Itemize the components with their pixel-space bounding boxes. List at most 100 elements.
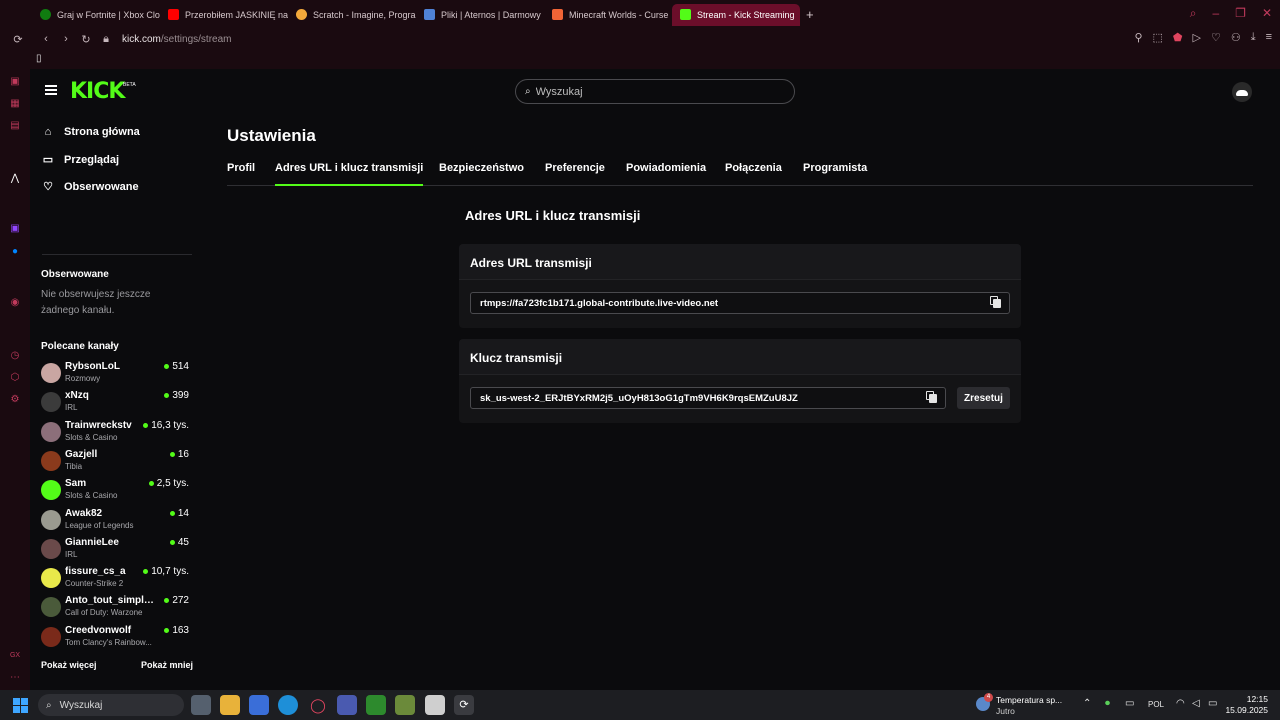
- browser-tab[interactable]: Scratch - Imagine, Progra: [288, 4, 416, 26]
- channel-item[interactable]: RybsonLoL Rozmowy 514: [41, 360, 189, 386]
- channel-item[interactable]: GiannieLee IRL 45: [41, 536, 189, 562]
- nav-home[interactable]: ⌂ Strona główna: [42, 126, 140, 138]
- weather-widget[interactable]: 4 Temperatura sp... Jutro: [976, 693, 1076, 716]
- show-more-button[interactable]: Pokaż więcej: [41, 660, 97, 670]
- battery-icon[interactable]: ▭: [1208, 698, 1217, 709]
- search-tabs-icon[interactable]: ⌕: [1190, 6, 1197, 21]
- download-icon[interactable]: ⤓: [1251, 31, 1256, 44]
- taskbar-search[interactable]: ⌕ Wyszukaj: [38, 694, 184, 716]
- viewer-count: 272: [172, 595, 189, 607]
- channel-viewers: 399: [164, 390, 189, 401]
- messenger-icon[interactable]: ●: [9, 246, 21, 258]
- user-avatar[interactable]: [1232, 82, 1252, 102]
- window-controls: ⌕ – ❐ ✕: [1190, 6, 1272, 21]
- maximize-icon[interactable]: ❐: [1235, 6, 1246, 21]
- pin-icon[interactable]: ⚲: [1134, 31, 1142, 44]
- gx-icon[interactable]: GX: [9, 650, 21, 662]
- app-icon[interactable]: [337, 695, 357, 715]
- minecraft-icon[interactable]: [395, 695, 415, 715]
- channel-item[interactable]: Creedvonwolf Tom Clancy's Rainbow... 163: [41, 624, 189, 650]
- new-tab-button[interactable]: +: [800, 7, 820, 22]
- heart-icon[interactable]: ♡: [1211, 31, 1221, 44]
- tab-notifications[interactable]: Powiadomienia: [626, 162, 706, 186]
- reset-key-button[interactable]: Zresetuj: [957, 387, 1010, 409]
- channel-viewers: 16: [169, 449, 189, 460]
- system-clock[interactable]: 12:15 15.09.2025: [1225, 694, 1268, 716]
- url-field[interactable]: kick.com/settings/stream: [122, 34, 232, 45]
- browser-tab-active[interactable]: Stream - Kick Streaming: [672, 3, 800, 26]
- nav-following[interactable]: ♡ Obserwowane: [42, 180, 139, 194]
- start-button[interactable]: [13, 698, 28, 713]
- more-icon[interactable]: ⋯: [9, 672, 21, 684]
- search-bar[interactable]: ⌕: [515, 79, 795, 104]
- channel-item[interactable]: fissure_cs_a Counter-Strike 2 10,7 tys.: [41, 565, 189, 591]
- wifi-icon[interactable]: ◠: [1176, 698, 1185, 709]
- volume-icon[interactable]: ◁: [1192, 698, 1200, 709]
- tab-developer[interactable]: Programista: [803, 162, 867, 186]
- task-view-icon[interactable]: [191, 695, 211, 715]
- tab-profile[interactable]: Profil: [227, 162, 255, 186]
- browser-tab[interactable]: Pliki | Aternos | Darmowy: [416, 4, 544, 26]
- section-heading: Adres URL i klucz transmisji: [465, 208, 641, 223]
- bag-icon[interactable]: ▣: [9, 76, 21, 88]
- language-indicator[interactable]: POL: [1148, 700, 1164, 709]
- channel-avatar: [41, 509, 61, 530]
- forward-icon[interactable]: ›: [56, 33, 76, 45]
- channel-item[interactable]: Sam Slots & Casino 2,5 tys.: [41, 477, 189, 503]
- tab-preferences[interactable]: Preferencje: [545, 162, 605, 186]
- minecraft-launcher-icon[interactable]: [366, 695, 386, 715]
- tab-stream-url-key[interactable]: Adres URL i klucz transmisji: [275, 162, 424, 186]
- settings-icon[interactable]: ⚙: [9, 394, 21, 406]
- show-less-button[interactable]: Pokaż mniej: [141, 660, 193, 670]
- minimize-icon[interactable]: –: [1212, 6, 1219, 21]
- copy-icon[interactable]: [990, 296, 1001, 308]
- kick-header: KICK BETA ⌕: [30, 69, 1280, 115]
- reload-icon[interactable]: ↻: [76, 33, 96, 46]
- menu-icon[interactable]: ≡: [1266, 31, 1272, 44]
- chevron-up-icon[interactable]: ⌃: [1083, 698, 1091, 709]
- browser-tab[interactable]: Przerobiłem JASKINIĘ na: [160, 4, 288, 26]
- history-icon[interactable]: ◷: [9, 350, 21, 362]
- opera-active-icon[interactable]: ⟳: [454, 695, 474, 715]
- opera-gx-icon[interactable]: ◯: [308, 695, 328, 715]
- reload-page-icon[interactable]: ⟳: [8, 33, 28, 46]
- browser-tab[interactable]: Minecraft Worlds - Curse: [544, 4, 672, 26]
- search-input[interactable]: [535, 85, 766, 98]
- profile-icon[interactable]: ⚇: [1231, 31, 1241, 44]
- app-icon[interactable]: [425, 695, 445, 715]
- gaming-icon[interactable]: ▦: [9, 98, 21, 110]
- play-icon[interactable]: ▷: [1192, 31, 1200, 44]
- display-icon[interactable]: ▭: [1125, 698, 1134, 709]
- hamburger-menu-icon[interactable]: [45, 85, 57, 95]
- channel-item[interactable]: Anto_tout_simple... Call of Duty: Warzone…: [41, 594, 189, 620]
- edge-icon[interactable]: [278, 695, 298, 715]
- twitch-app-icon[interactable]: ▣: [9, 223, 21, 235]
- page-title: Ustawienia: [227, 126, 316, 145]
- channel-item[interactable]: Gazjell Tibia 16: [41, 448, 189, 474]
- tab-security[interactable]: Bezpieczeństwo: [439, 162, 524, 186]
- file-explorer-icon[interactable]: [220, 695, 240, 715]
- tab-connections[interactable]: Połączenia: [725, 162, 782, 186]
- extensions-icon[interactable]: ⬡: [9, 372, 21, 384]
- channel-item[interactable]: Awak82 League of Legends 14: [41, 507, 189, 533]
- store-icon[interactable]: [249, 695, 269, 715]
- stream-url-field[interactable]: rtmps://fa723fc1b171.global-contribute.l…: [470, 292, 1010, 314]
- xbox-icon: [40, 9, 51, 20]
- close-icon[interactable]: ✕: [1262, 6, 1272, 21]
- twitch-icon[interactable]: ▤: [9, 120, 21, 132]
- snapshot-icon[interactable]: ⬚: [1153, 31, 1163, 44]
- microphone-icon[interactable]: ⏺: [1105, 698, 1110, 709]
- back-icon[interactable]: ‹: [36, 33, 56, 45]
- channel-item[interactable]: xNzq IRL 399: [41, 389, 189, 415]
- stream-key-field[interactable]: sk_us-west-2_ERJtBYxRM2j5_uOyH813oG1gTm9…: [470, 387, 946, 409]
- browser-tab[interactable]: Graj w Fortnite | Xbox Clo: [32, 4, 160, 26]
- live-dot-icon: [164, 627, 170, 633]
- aria-icon[interactable]: ⋀: [9, 173, 21, 185]
- channel-item[interactable]: Trainwreckstv Slots & Casino 16,3 tys.: [41, 419, 189, 445]
- kick-logo[interactable]: KICK: [70, 79, 125, 104]
- adblock-icon[interactable]: ⬟: [1173, 31, 1183, 44]
- document-icon[interactable]: ▯: [36, 53, 42, 64]
- player-icon[interactable]: ◉: [9, 297, 21, 309]
- nav-browse[interactable]: ▭ Przeglądaj: [42, 153, 119, 167]
- copy-icon[interactable]: [926, 391, 937, 403]
